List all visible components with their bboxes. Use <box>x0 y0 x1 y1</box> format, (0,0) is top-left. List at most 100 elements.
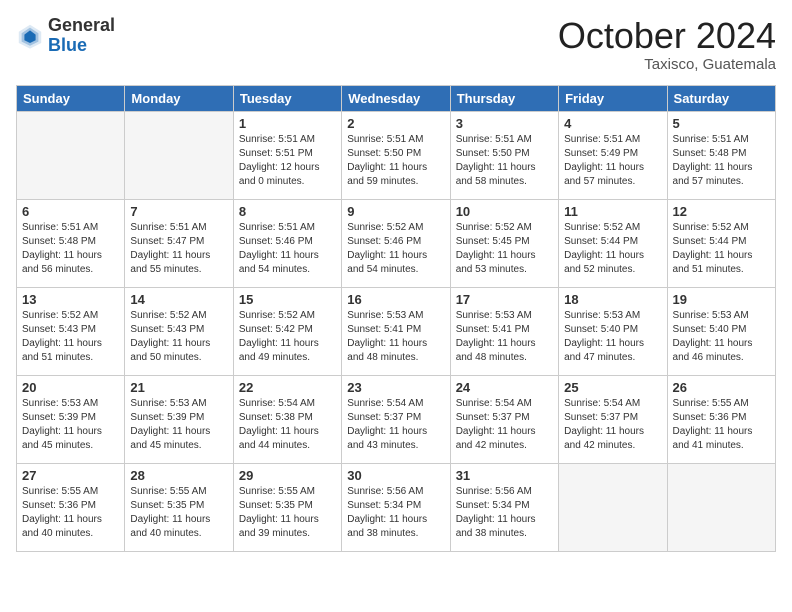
day-info: Sunrise: 5:54 AM Sunset: 5:37 PM Dayligh… <box>456 397 553 453</box>
day-number: 19 <box>673 292 770 307</box>
day-info: Sunrise: 5:53 AM Sunset: 5:39 PM Dayligh… <box>22 397 119 453</box>
day-number: 8 <box>239 204 336 219</box>
day-info: Sunrise: 5:51 AM Sunset: 5:51 PM Dayligh… <box>239 133 336 189</box>
day-of-week-header: Monday <box>125 85 233 111</box>
day-info: Sunrise: 5:51 AM Sunset: 5:50 PM Dayligh… <box>456 133 553 189</box>
day-info: Sunrise: 5:53 AM Sunset: 5:40 PM Dayligh… <box>673 309 770 365</box>
calendar-day-cell: 8 Sunrise: 5:51 AM Sunset: 5:46 PM Daylig… <box>233 199 341 287</box>
calendar-week-row: 13Sunrise: 5:52 AM Sunset: 5:43 PM Dayli… <box>17 287 776 375</box>
logo: General Blue <box>16 16 115 56</box>
day-number: 24 <box>456 380 553 395</box>
calendar-day-cell: 24 Sunrise: 5:54 AM Sunset: 5:37 PM Dayli… <box>450 375 558 463</box>
day-number: 30 <box>347 468 444 483</box>
day-info: Sunrise: 5:52 AM Sunset: 5:44 PM Dayligh… <box>673 221 770 277</box>
day-info: Sunrise: 5:52 AM Sunset: 5:46 PM Dayligh… <box>347 221 444 277</box>
day-info: Sunrise: 5:55 AM Sunset: 5:35 PM Dayligh… <box>239 485 336 541</box>
day-number: 28 <box>130 468 227 483</box>
day-number: 11 <box>564 204 661 219</box>
day-number: 20 <box>22 380 119 395</box>
day-number: 6 <box>22 204 119 219</box>
day-info: Sunrise: 5:52 AM Sunset: 5:45 PM Dayligh… <box>456 221 553 277</box>
day-of-week-header: Sunday <box>17 85 125 111</box>
day-of-week-header: Wednesday <box>342 85 450 111</box>
day-info: Sunrise: 5:53 AM Sunset: 5:39 PM Dayligh… <box>130 397 227 453</box>
calendar-day-cell: 9 Sunrise: 5:52 AM Sunset: 5:46 PM Daylig… <box>342 199 450 287</box>
logo-text: General Blue <box>48 16 115 56</box>
day-number: 23 <box>347 380 444 395</box>
day-number: 10 <box>456 204 553 219</box>
day-of-week-header: Thursday <box>450 85 558 111</box>
day-number: 26 <box>673 380 770 395</box>
calendar-day-cell <box>559 463 667 551</box>
day-info: Sunrise: 5:56 AM Sunset: 5:34 PM Dayligh… <box>456 485 553 541</box>
calendar-day-cell: 17 Sunrise: 5:53 AM Sunset: 5:41 PM Dayli… <box>450 287 558 375</box>
day-info: Sunrise: 5:54 AM Sunset: 5:37 PM Dayligh… <box>564 397 661 453</box>
day-number: 2 <box>347 116 444 131</box>
calendar-day-cell: 18Sunrise: 5:53 AM Sunset: 5:40 PM Dayli… <box>559 287 667 375</box>
calendar-day-cell: 22Sunrise: 5:54 AM Sunset: 5:38 PM Dayli… <box>233 375 341 463</box>
calendar-day-cell: 30 Sunrise: 5:56 AM Sunset: 5:34 PM Dayli… <box>342 463 450 551</box>
calendar-day-cell: 26Sunrise: 5:55 AM Sunset: 5:36 PM Dayli… <box>667 375 775 463</box>
day-info: Sunrise: 5:55 AM Sunset: 5:35 PM Dayligh… <box>130 485 227 541</box>
day-info: Sunrise: 5:51 AM Sunset: 5:47 PM Dayligh… <box>130 221 227 277</box>
logo-general: General <box>48 16 115 36</box>
calendar-day-cell: 10 Sunrise: 5:52 AM Sunset: 5:45 PM Dayli… <box>450 199 558 287</box>
calendar-day-cell: 3Sunrise: 5:51 AM Sunset: 5:50 PM Daylig… <box>450 111 558 199</box>
day-number: 17 <box>456 292 553 307</box>
page-header: General Blue October 2024 Taxisco, Guate… <box>16 16 776 73</box>
calendar-day-cell: 7 Sunrise: 5:51 AM Sunset: 5:47 PM Daylig… <box>125 199 233 287</box>
day-of-week-header: Tuesday <box>233 85 341 111</box>
calendar-day-cell: 20 Sunrise: 5:53 AM Sunset: 5:39 PM Dayli… <box>17 375 125 463</box>
calendar-week-row: 1 Sunrise: 5:51 AM Sunset: 5:51 PM Daylig… <box>17 111 776 199</box>
calendar-day-cell <box>17 111 125 199</box>
day-info: Sunrise: 5:51 AM Sunset: 5:46 PM Dayligh… <box>239 221 336 277</box>
day-of-week-header: Friday <box>559 85 667 111</box>
day-info: Sunrise: 5:52 AM Sunset: 5:44 PM Dayligh… <box>564 221 661 277</box>
calendar-day-cell: 6 Sunrise: 5:51 AM Sunset: 5:48 PM Daylig… <box>17 199 125 287</box>
calendar-week-row: 20 Sunrise: 5:53 AM Sunset: 5:39 PM Dayli… <box>17 375 776 463</box>
calendar-day-cell: 19 Sunrise: 5:53 AM Sunset: 5:40 PM Dayli… <box>667 287 775 375</box>
day-info: Sunrise: 5:56 AM Sunset: 5:34 PM Dayligh… <box>347 485 444 541</box>
day-info: Sunrise: 5:51 AM Sunset: 5:50 PM Dayligh… <box>347 133 444 189</box>
day-number: 7 <box>130 204 227 219</box>
day-info: Sunrise: 5:54 AM Sunset: 5:37 PM Dayligh… <box>347 397 444 453</box>
day-number: 29 <box>239 468 336 483</box>
calendar-day-cell: 23 Sunrise: 5:54 AM Sunset: 5:37 PM Dayli… <box>342 375 450 463</box>
day-number: 25 <box>564 380 661 395</box>
calendar-day-cell: 13Sunrise: 5:52 AM Sunset: 5:43 PM Dayli… <box>17 287 125 375</box>
day-info: Sunrise: 5:53 AM Sunset: 5:41 PM Dayligh… <box>347 309 444 365</box>
day-info: Sunrise: 5:52 AM Sunset: 5:43 PM Dayligh… <box>22 309 119 365</box>
calendar-header-row: SundayMondayTuesdayWednesdayThursdayFrid… <box>17 85 776 111</box>
day-number: 18 <box>564 292 661 307</box>
calendar-day-cell: 25 Sunrise: 5:54 AM Sunset: 5:37 PM Dayli… <box>559 375 667 463</box>
calendar-day-cell <box>125 111 233 199</box>
location-subtitle: Taxisco, Guatemala <box>558 56 776 73</box>
calendar-day-cell: 16 Sunrise: 5:53 AM Sunset: 5:41 PM Dayli… <box>342 287 450 375</box>
calendar-day-cell: 28 Sunrise: 5:55 AM Sunset: 5:35 PM Dayli… <box>125 463 233 551</box>
day-info: Sunrise: 5:52 AM Sunset: 5:43 PM Dayligh… <box>130 309 227 365</box>
calendar-day-cell: 12Sunrise: 5:52 AM Sunset: 5:44 PM Dayli… <box>667 199 775 287</box>
calendar-day-cell: 14Sunrise: 5:52 AM Sunset: 5:43 PM Dayli… <box>125 287 233 375</box>
day-info: Sunrise: 5:52 AM Sunset: 5:42 PM Dayligh… <box>239 309 336 365</box>
day-of-week-header: Saturday <box>667 85 775 111</box>
day-number: 16 <box>347 292 444 307</box>
day-number: 15 <box>239 292 336 307</box>
day-info: Sunrise: 5:54 AM Sunset: 5:38 PM Dayligh… <box>239 397 336 453</box>
calendar-day-cell: 11 Sunrise: 5:52 AM Sunset: 5:44 PM Dayli… <box>559 199 667 287</box>
day-number: 21 <box>130 380 227 395</box>
calendar-week-row: 27Sunrise: 5:55 AM Sunset: 5:36 PM Dayli… <box>17 463 776 551</box>
day-number: 31 <box>456 468 553 483</box>
day-info: Sunrise: 5:51 AM Sunset: 5:49 PM Dayligh… <box>564 133 661 189</box>
title-block: October 2024 Taxisco, Guatemala <box>558 16 776 73</box>
day-info: Sunrise: 5:53 AM Sunset: 5:41 PM Dayligh… <box>456 309 553 365</box>
day-info: Sunrise: 5:51 AM Sunset: 5:48 PM Dayligh… <box>22 221 119 277</box>
day-number: 1 <box>239 116 336 131</box>
calendar-day-cell: 4Sunrise: 5:51 AM Sunset: 5:49 PM Daylig… <box>559 111 667 199</box>
calendar-day-cell: 29 Sunrise: 5:55 AM Sunset: 5:35 PM Dayli… <box>233 463 341 551</box>
calendar-day-cell: 1 Sunrise: 5:51 AM Sunset: 5:51 PM Daylig… <box>233 111 341 199</box>
day-number: 9 <box>347 204 444 219</box>
logo-blue: Blue <box>48 36 115 56</box>
calendar-day-cell: 15 Sunrise: 5:52 AM Sunset: 5:42 PM Dayli… <box>233 287 341 375</box>
calendar-day-cell: 5Sunrise: 5:51 AM Sunset: 5:48 PM Daylig… <box>667 111 775 199</box>
logo-icon <box>16 22 44 50</box>
